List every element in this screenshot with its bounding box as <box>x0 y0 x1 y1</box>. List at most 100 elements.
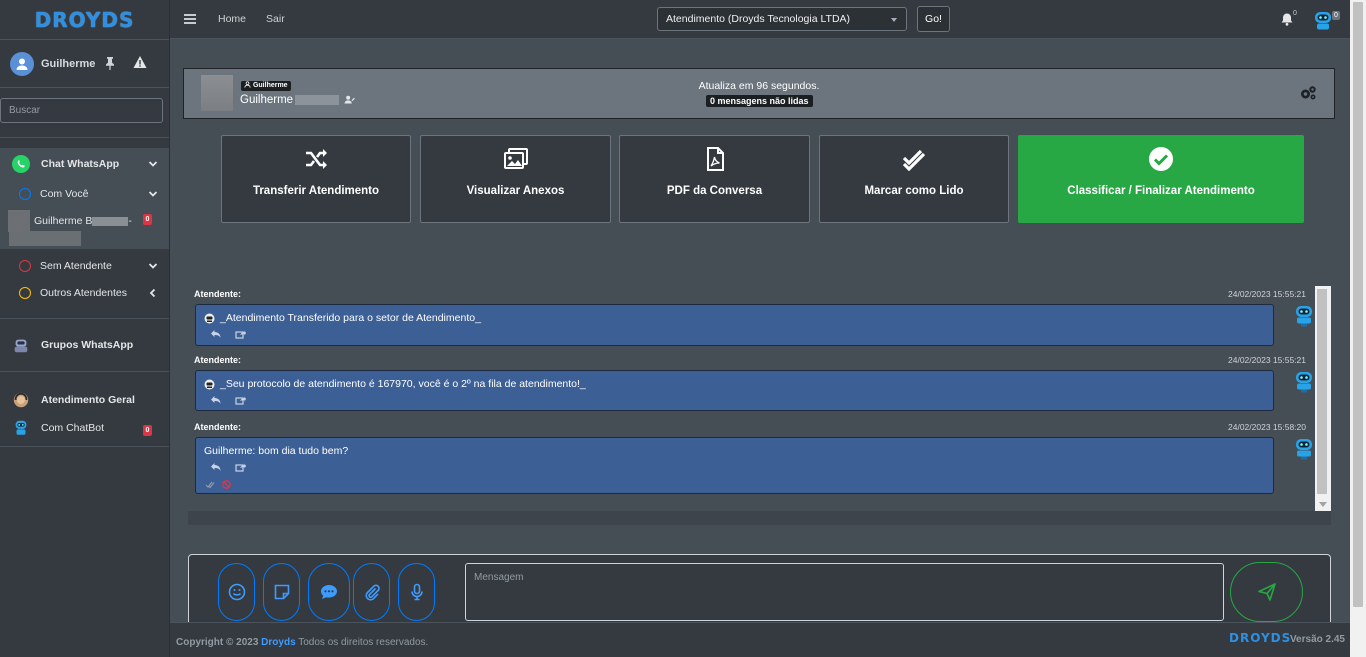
user-name[interactable]: Guilherme <box>41 58 95 70</box>
finish-conversation-button[interactable]: Classificar / Finalizar Atendimento <box>1018 135 1304 223</box>
menu-icon[interactable] <box>184 14 196 24</box>
mark-read-button[interactable]: Marcar como Lido <box>819 135 1009 223</box>
message-bubble[interactable]: _Seu protocolo de atendimento é 167970, … <box>195 370 1274 411</box>
go-button[interactable]: Go! <box>917 6 950 32</box>
whatsapp-icon <box>11 154 31 174</box>
contact-item[interactable]: Guilherme B- 0 <box>0 207 169 249</box>
unread-badge: 0 <box>143 425 152 436</box>
brand[interactable]: DROYDS <box>0 0 169 40</box>
copyright-prefix: Copyright © 2023 <box>176 637 259 648</box>
search-input[interactable] <box>0 98 163 123</box>
page-scrollbar-thumb[interactable] <box>1353 2 1363 607</box>
message-text: _Atendimento Transferido para o setor de… <box>220 312 481 324</box>
copyright: Copyright © 2023 Droyds Todos os direito… <box>176 637 428 648</box>
double-check-icon <box>205 481 215 489</box>
notification-count: 0 <box>1293 10 1297 17</box>
message-bubble[interactable]: _Atendimento Transferido para o setor de… <box>195 304 1274 346</box>
message-author: Atendente: <box>194 355 241 365</box>
caret-down-icon <box>891 18 897 22</box>
microphone-button[interactable] <box>398 563 435 621</box>
message-item: Atendente: 24/02/2023 15:58:20 Guilherme… <box>193 422 1313 502</box>
share-icon[interactable] <box>235 329 246 339</box>
chat-footer-strip <box>188 511 1331 525</box>
sidebar-item-sem-atendente[interactable]: Sem Atendente <box>0 252 169 279</box>
quick-reply-button[interactable] <box>308 563 350 621</box>
pdf-button[interactable]: PDF da Conversa <box>619 135 810 223</box>
group-robot-icon <box>11 335 31 355</box>
nav-link-sair[interactable]: Sair <box>266 13 285 25</box>
sidebar-item-chat-whatsapp[interactable]: Chat WhatsApp <box>0 148 169 180</box>
chevron-down-icon <box>148 262 158 269</box>
section-whatsapp: Chat WhatsApp Com Você Guilherme B- 0 <box>0 148 169 249</box>
robot-profile-icon[interactable] <box>1312 9 1334 31</box>
sector-select[interactable]: Atendimento (Droyds Tecnologia LTDA) <box>657 7 907 31</box>
contact-name: Guilherme B- <box>34 215 132 227</box>
circle-icon <box>19 187 31 200</box>
comment-dots-icon <box>321 585 337 599</box>
share-icon[interactable] <box>235 462 246 472</box>
paperclip-icon <box>364 584 380 601</box>
sticky-note-button[interactable] <box>263 563 300 621</box>
pdf-icon <box>706 147 724 171</box>
pin-icon[interactable] <box>104 56 116 70</box>
share-icon[interactable] <box>235 395 246 405</box>
brand-logo[interactable]: DROYDS <box>35 8 135 32</box>
bell-icon[interactable] <box>1280 12 1294 26</box>
reply-icon[interactable] <box>210 329 221 339</box>
warning-icon[interactable] <box>133 55 147 69</box>
chevron-left-icon <box>149 288 156 297</box>
chat-messages[interactable]: Atendente: 24/02/2023 15:55:21 _Atendime… <box>188 286 1331 511</box>
message-text: Guilherme: bom dia tudo bem? <box>204 445 349 457</box>
gears-icon[interactable] <box>1299 85 1317 101</box>
double-check-icon <box>902 149 926 172</box>
message-text: _Seu protocolo de atendimento é 167970, … <box>220 378 586 390</box>
footer-brand-link[interactable]: Droyds <box>261 637 295 648</box>
message-item: Atendente: 24/02/2023 15:55:21 _Atendime… <box>193 289 1313 351</box>
check-circle-icon <box>1149 147 1173 171</box>
message-bubble[interactable]: Guilherme: bom dia tudo bem? <box>195 437 1274 494</box>
view-attachments-button[interactable]: Visualizar Anexos <box>420 135 611 223</box>
chat-scrollbar[interactable] <box>1315 286 1331 511</box>
sector-select-value: Atendimento (Droyds Tecnologia LTDA) <box>666 13 851 25</box>
version-info: Versão 2.45 <box>1290 634 1345 645</box>
transfer-button[interactable]: Transferir Atendimento <box>221 135 411 223</box>
message-input[interactable] <box>465 563 1224 621</box>
message-timestamp: 24/02/2023 15:58:20 <box>1228 422 1306 432</box>
chevron-down-icon <box>148 190 158 197</box>
sidebar-nav: Chat WhatsApp Com Você Guilherme B- 0 Se… <box>0 148 169 447</box>
footer-logo: DROYDS <box>1229 631 1292 645</box>
unread-count-badge: 0 mensagens não lidas <box>706 95 813 107</box>
section-general: Atendimento Geral Com ChatBot 0 <box>0 371 169 446</box>
reply-icon[interactable] <box>210 395 221 405</box>
blocked-icon <box>222 480 231 489</box>
user-icon <box>16 58 28 70</box>
user-avatar[interactable] <box>10 51 34 76</box>
sidebar-item-label: Outros Atendentes <box>40 286 127 299</box>
nav-link-home[interactable]: Home <box>218 13 246 25</box>
circle-icon <box>19 286 31 299</box>
main-content: Guilherme Guilherme Atualiza em 96 segun… <box>170 40 1350 622</box>
message-author: Atendente: <box>194 289 241 299</box>
message-text-row: _Seu protocolo de atendimento é 167970, … <box>204 378 586 390</box>
chat-scrollbar-thumb[interactable] <box>1317 289 1327 494</box>
search-wrap <box>0 88 169 138</box>
sidebar-item-com-voce[interactable]: Com Você <box>0 180 169 207</box>
page-scrollbar[interactable] <box>1350 0 1366 657</box>
reply-icon[interactable] <box>210 462 221 472</box>
sidebar-item-com-chatbot[interactable]: Com ChatBot 0 <box>0 416 169 446</box>
attach-button[interactable] <box>353 563 390 621</box>
copyright-rights: Todos os direitos reservados. <box>298 637 429 648</box>
sidebar-item-label: Atendimento Geral <box>41 394 135 406</box>
emoji-button[interactable] <box>218 563 255 621</box>
message-author: Atendente: <box>194 422 241 432</box>
sidebar-item-atendimento-geral[interactable]: Atendimento Geral <box>0 384 169 416</box>
user-edit-icon[interactable] <box>344 95 356 104</box>
scroll-down-arrow[interactable] <box>1319 502 1327 507</box>
send-button[interactable] <box>1230 562 1303 622</box>
sidebar-item-outros-atendentes[interactable]: Outros Atendentes <box>0 279 169 306</box>
sidebar-item-grupos-whatsapp[interactable]: Grupos WhatsApp <box>0 329 169 361</box>
agent-icon <box>11 390 31 410</box>
chatbot-avatar-icon <box>1296 439 1312 460</box>
sidebar-item-label: Grupos WhatsApp <box>41 339 134 351</box>
sidebar-item-label: Com Você <box>40 187 89 200</box>
